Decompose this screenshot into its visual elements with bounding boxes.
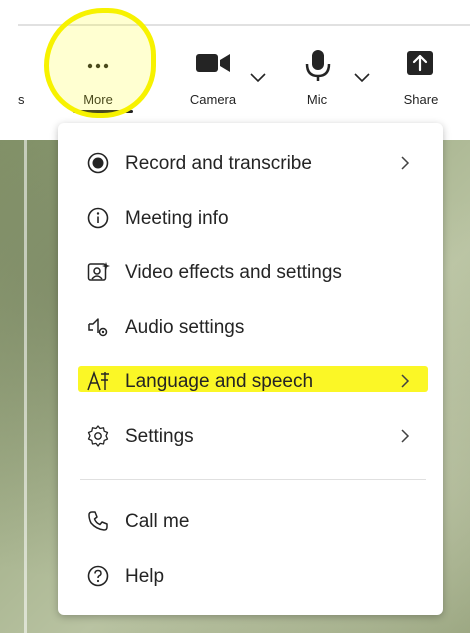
menu-item-label: Record and transcribe <box>125 153 312 174</box>
menu-item-label: Language and speech <box>125 371 314 392</box>
menu-item-label: Video effects and settings <box>125 262 342 283</box>
more-highlight-annotation <box>44 8 156 118</box>
menu-item-record-transcribe[interactable]: Record and transcribe <box>58 139 443 187</box>
menu-item-video-effects[interactable]: Video effects and settings <box>58 248 443 296</box>
video-camera-icon <box>196 54 230 72</box>
chevron-right-icon <box>401 429 410 443</box>
menu-item-label: Meeting info <box>125 208 229 229</box>
mic-options-chevron-icon[interactable] <box>352 70 372 84</box>
menu-item-label: Settings <box>125 426 194 447</box>
mic-button[interactable] <box>296 48 340 88</box>
menu-divider <box>80 479 426 480</box>
video-effects-icon <box>87 262 110 281</box>
menu-item-meeting-info[interactable]: Meeting info <box>58 194 443 242</box>
camera-button[interactable] <box>190 48 242 88</box>
share-tray-icon <box>407 51 433 75</box>
menu-item-language-speech[interactable]: Language and speech <box>58 357 443 405</box>
share-button[interactable] <box>400 48 440 88</box>
language-icon <box>87 370 109 391</box>
video-frame-edge <box>24 140 27 633</box>
menu-item-label: Help <box>125 566 165 587</box>
menu-item-help[interactable]: Help <box>58 552 443 600</box>
share-label: Share <box>403 92 439 107</box>
menu-item-call-me[interactable]: Call me <box>58 497 443 545</box>
microphone-icon <box>305 50 331 81</box>
menu-item-audio-settings[interactable]: Audio settings <box>58 303 443 351</box>
chevron-right-icon <box>401 156 410 170</box>
more-options-menu: Record and transcribe Meeting info Video… <box>58 123 443 615</box>
info-icon <box>87 207 109 229</box>
menu-item-label: Audio settings <box>125 317 245 338</box>
speaker-settings-icon <box>88 318 108 337</box>
menu-item-settings[interactable]: Settings <box>58 412 443 460</box>
gear-icon <box>87 425 109 447</box>
record-icon <box>87 152 109 174</box>
partial-toolbar-label: s <box>18 92 25 107</box>
chevron-right-icon <box>401 374 410 388</box>
mic-label: Mic <box>306 92 328 107</box>
camera-options-chevron-icon[interactable] <box>248 70 268 84</box>
menu-item-label: Call me <box>125 511 190 532</box>
phone-icon <box>88 511 108 531</box>
camera-label: Camera <box>189 92 237 107</box>
help-icon <box>87 565 109 587</box>
